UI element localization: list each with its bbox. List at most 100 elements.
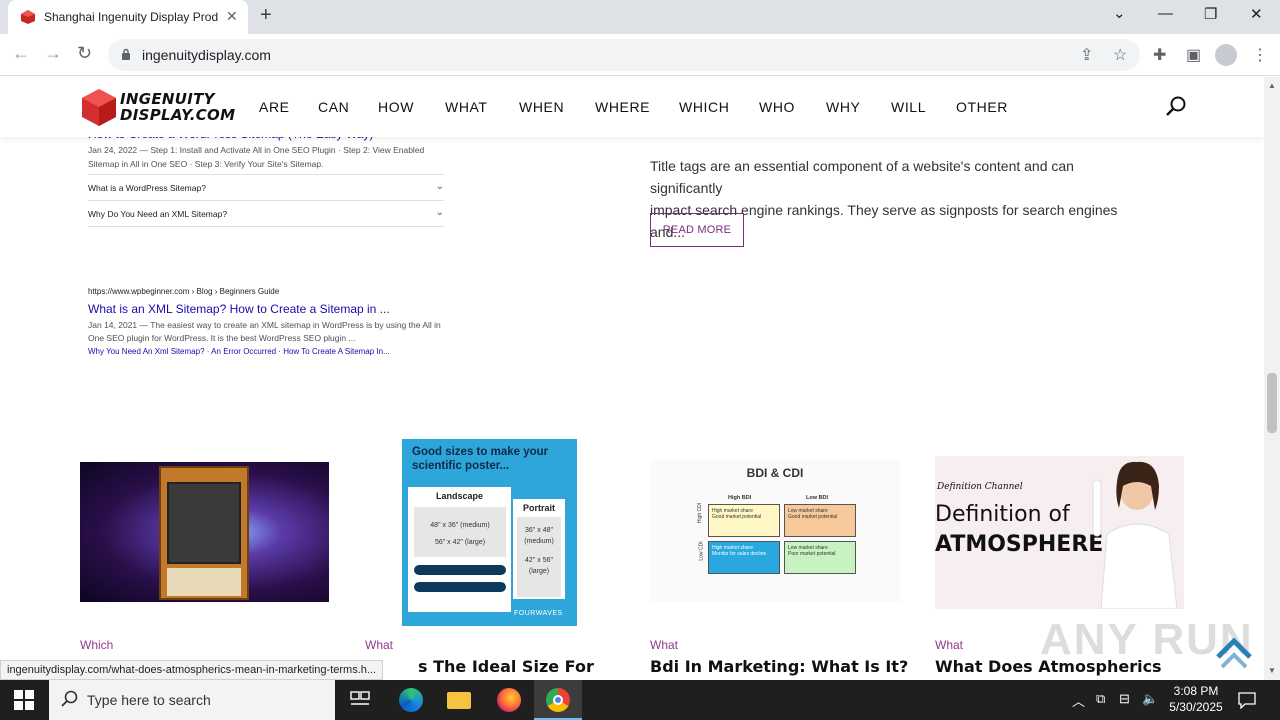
bdi-row-label: Low CDI	[698, 541, 705, 561]
logo-cube-icon[interactable]	[80, 87, 118, 127]
minimize-button[interactable]: —	[1158, 5, 1173, 22]
page-scrollbar[interactable]: ▲ ▼	[1264, 77, 1280, 680]
windows-taskbar: Type here to search ︿ ⧉ ⊟ 🔈 3:08 PM 5/30…	[0, 680, 1280, 720]
scroll-up-icon[interactable]: ▲	[1268, 81, 1276, 90]
card-category[interactable]: Which	[80, 638, 113, 652]
chevron-down-icon: ⌄	[435, 181, 444, 192]
search-icon	[61, 690, 78, 707]
url-text: ingenuitydisplay.com	[142, 47, 271, 63]
card-image-trading-card[interactable]	[80, 462, 329, 602]
network-device-icon[interactable]: ⧉	[1096, 691, 1105, 707]
divider	[88, 226, 444, 227]
task-view-icon	[350, 691, 370, 705]
forward-button[interactable]: →	[44, 43, 62, 64]
nav-why[interactable]: WHY	[826, 99, 860, 115]
edge-app-button[interactable]	[387, 680, 435, 720]
search-placeholder: Type here to search	[87, 692, 211, 708]
profile-avatar-icon[interactable]	[1215, 44, 1237, 66]
woman-figure	[1092, 461, 1178, 609]
network-icon[interactable]: ⊟	[1119, 691, 1130, 707]
tab-search-chevron-icon[interactable]: ⌄	[1113, 4, 1126, 22]
browser-toolbar: ← → ↻ ingenuitydisplay.com ⇪ ☆ ✚ ▣ ⋮	[0, 34, 1280, 76]
volume-icon[interactable]: 🔈	[1142, 691, 1158, 707]
reload-button[interactable]: ↻	[77, 43, 92, 64]
site-favicon-icon	[21, 10, 35, 24]
nav-will[interactable]: WILL	[891, 99, 926, 115]
side-panel-icon[interactable]: ▣	[1186, 45, 1201, 65]
scroll-to-top-icon[interactable]	[1214, 633, 1254, 669]
card-category[interactable]: What	[650, 638, 678, 652]
restore-button[interactable]: ❐	[1204, 5, 1217, 23]
bdi-col-label: High BDI	[728, 495, 752, 501]
firefox-app-button[interactable]	[485, 680, 533, 720]
edge-icon	[399, 688, 423, 712]
close-window-button[interactable]: ✕	[1250, 5, 1263, 23]
bdi-cell: Low market share Poor market potential	[784, 541, 856, 574]
poster-heading: Good sizes to make your scientific poster…	[412, 446, 549, 472]
nav-can[interactable]: CAN	[318, 99, 349, 115]
serp-sublinks: Why You Need An Xml Sitemap? · An Error …	[88, 347, 390, 356]
scroll-down-icon[interactable]: ▼	[1268, 666, 1276, 675]
card-image-bdi-cdi[interactable]: BDI & CDI High BDI Low BDI High market s…	[650, 460, 900, 602]
share-icon[interactable]: ⇪	[1080, 45, 1093, 65]
taskbar-clock[interactable]: 3:08 PM 5/30/2025	[1164, 683, 1228, 715]
serp-result-link: What is an XML Sitemap? How to Create a …	[88, 302, 390, 316]
bdi-cell: High market share Good market potential	[708, 504, 780, 537]
serp-screenshot-image[interactable]: How to Create a WordPress Sitemap (The E…	[80, 117, 478, 356]
extensions-icon[interactable]: ✚	[1153, 45, 1166, 65]
tab-strip: Shanghai Ingenuity Display Prod ✕ + ⌄ — …	[0, 0, 1280, 34]
task-view-button[interactable]	[336, 680, 384, 720]
serp-faq-item: What is a WordPress Sitemap? ⌄	[88, 174, 444, 200]
card-image-atmosphere[interactable]: Definition Channel Definition of ATMOSPH…	[935, 456, 1184, 609]
menu-kebab-icon[interactable]: ⋮	[1252, 45, 1268, 65]
clock-date: 5/30/2025	[1169, 700, 1223, 714]
nav-are[interactable]: ARE	[259, 99, 290, 115]
new-tab-button[interactable]: +	[260, 4, 272, 27]
atmo-channel: Definition Channel	[937, 482, 1023, 492]
bdi-col-label: Low BDI	[806, 495, 828, 501]
serp-line: Jan 24, 2022 — Step 1: Install and Activ…	[88, 145, 425, 155]
file-explorer-button[interactable]	[435, 680, 483, 720]
read-more-button[interactable]: READ MORE	[650, 213, 744, 247]
serp-faq-item: Why Do You Need an XML Sitemap? ⌄	[88, 200, 444, 226]
tab-close-icon[interactable]: ✕	[226, 8, 238, 25]
atmo-line2: ATMOSPHERE	[935, 532, 1104, 557]
excerpt-line: Title tags are an essential component of…	[650, 158, 1074, 196]
site-header: INGENUITY DISPLAY.COM ARE CAN HOW WHAT W…	[0, 77, 1264, 137]
search-icon[interactable]	[1164, 95, 1188, 119]
card-category[interactable]: What	[365, 638, 393, 652]
serp-url: https://www.wpbeginner.com › Blog › Begi…	[88, 287, 280, 296]
notifications-icon[interactable]	[1238, 691, 1256, 709]
nav-where[interactable]: WHERE	[595, 99, 650, 115]
card-title[interactable]: Bdi In Marketing: What Is It?	[650, 657, 908, 676]
trading-card-art	[159, 466, 249, 600]
atmo-line1: Definition of	[935, 502, 1070, 527]
bookmark-star-icon[interactable]: ☆	[1113, 45, 1127, 65]
bdi-title: BDI & CDI	[746, 466, 804, 480]
nav-what[interactable]: WHAT	[445, 99, 488, 115]
poster-brand: FOURWAVES	[514, 610, 563, 617]
browser-tab[interactable]: Shanghai Ingenuity Display Prod ✕	[8, 0, 248, 34]
tray-chevron-icon[interactable]: ︿	[1072, 691, 1085, 710]
nav-how[interactable]: HOW	[378, 99, 414, 115]
taskbar-search-box[interactable]: Type here to search	[49, 680, 335, 720]
card-category[interactable]: What	[935, 638, 963, 652]
card-title[interactable]: s The Ideal Size For	[418, 657, 594, 676]
portrait-panel: Portrait 36" x 48" (medium) 42" x 56" (lar…	[513, 499, 565, 599]
scrollbar-thumb[interactable]	[1267, 373, 1277, 433]
chrome-app-button[interactable]	[534, 680, 582, 720]
back-button[interactable]: ←	[12, 43, 30, 64]
card-image-poster-sizes[interactable]: Good sizes to make your scientific poster…	[402, 439, 577, 626]
firefox-icon	[497, 688, 521, 712]
windows-start-icon[interactable]	[14, 690, 34, 710]
nav-who[interactable]: WHO	[759, 99, 795, 115]
nav-which[interactable]: WHICH	[679, 99, 729, 115]
nav-other[interactable]: OTHER	[956, 99, 1008, 115]
address-bar[interactable]: ingenuitydisplay.com ⇪ ☆	[108, 39, 1140, 71]
page-viewport: How to Create a WordPress Sitemap (The E…	[0, 77, 1264, 680]
bdi-row-label: High CDI	[697, 502, 704, 524]
nav-when[interactable]: WHEN	[519, 99, 564, 115]
lock-icon	[122, 48, 130, 60]
bdi-cell: High market share Monitor for sales decl…	[708, 541, 780, 574]
site-logo[interactable]: INGENUITY DISPLAY.COM	[120, 91, 235, 123]
